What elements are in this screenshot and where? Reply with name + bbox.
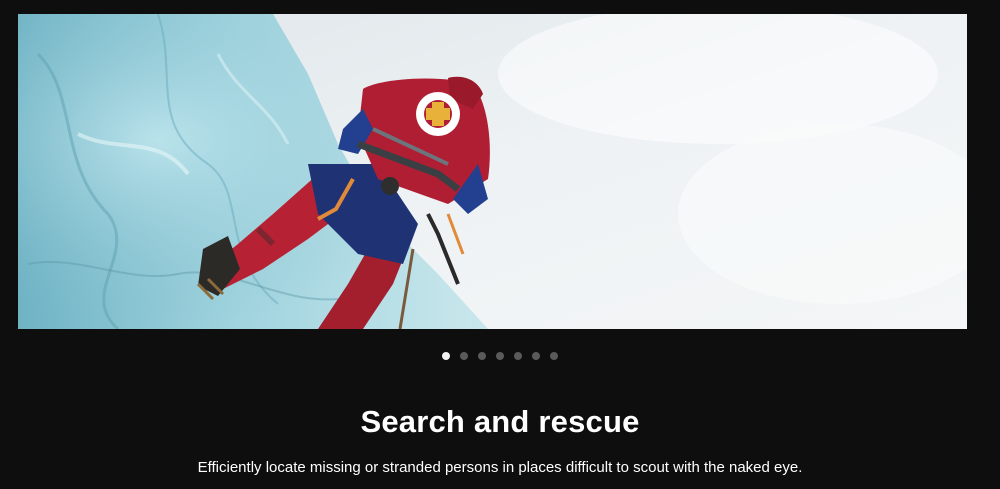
slide-title: Search and rescue <box>360 404 640 439</box>
carousel-dots <box>0 352 1000 362</box>
carousel-dot-5[interactable] <box>514 352 522 360</box>
carousel-dot-6[interactable] <box>532 352 540 360</box>
slide-description: Efficiently locate missing or stranded p… <box>197 459 803 476</box>
carousel-dot-1[interactable] <box>442 352 450 360</box>
carousel-dot-4[interactable] <box>496 352 504 360</box>
carousel-dot-2[interactable] <box>460 352 468 360</box>
carousel-section: Search and rescue Efficiently locate mis… <box>0 0 1000 489</box>
carousel-dot-7[interactable] <box>550 352 558 360</box>
hero-image <box>18 14 967 329</box>
carousel-dot-3[interactable] <box>478 352 486 360</box>
rescue-climber-illustration <box>18 14 967 329</box>
